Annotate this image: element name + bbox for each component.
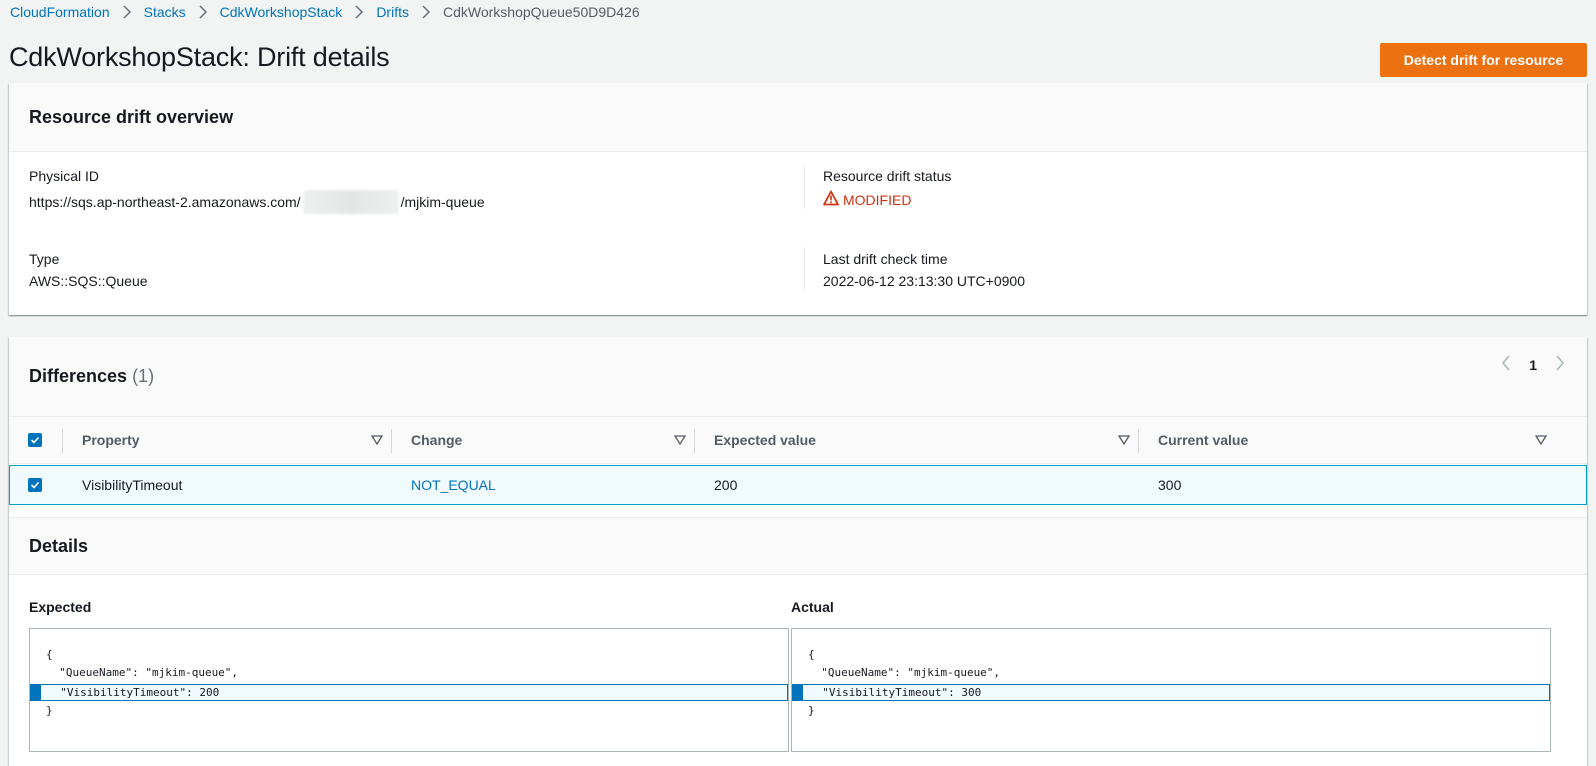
overview-header: Resource drift overview <box>9 83 1587 152</box>
code-line: { <box>46 648 53 661</box>
differences-header: Differences (1) 1 <box>9 337 1587 416</box>
expected-code-block: { "QueueName": "mjkim-queue", "Visibilit… <box>29 628 789 752</box>
chevron-right-icon[interactable] <box>1555 355 1565 374</box>
sort-icon[interactable] <box>674 434 686 446</box>
table-header: Property Change Expected value Current v… <box>9 416 1587 464</box>
warning-icon <box>823 190 839 209</box>
differences-title: Differences (1) <box>29 366 154 387</box>
column-header-current[interactable]: Current value <box>1158 417 1248 463</box>
column-divider <box>804 247 805 292</box>
detect-drift-button[interactable]: Detect drift for resource <box>1380 43 1587 77</box>
breadcrumb-stack[interactable]: CdkWorkshopStack <box>220 4 343 20</box>
physical-id-suffix: /mjkim-queue <box>400 194 485 210</box>
drift-status-value: MODIFIED <box>823 190 951 209</box>
column-header-change[interactable]: Change <box>411 417 462 463</box>
physical-id-label: Physical ID <box>29 168 100 184</box>
type-label: Type <box>29 251 60 267</box>
chevron-right-icon <box>198 5 208 19</box>
details-header: Details <box>9 517 1587 575</box>
resource-drift-overview-panel: Resource drift overview Physical ID http… <box>9 83 1587 315</box>
header-divider <box>694 429 695 453</box>
physical-id-field: Physical ID https://sqs.ap-northeast-2.a… <box>29 168 485 214</box>
expected-label: Expected <box>29 599 92 615</box>
last-check-value: 2022-06-12 23:13:30 UTC+0900 <box>823 273 1025 289</box>
chevron-right-icon <box>354 5 364 19</box>
page-number[interactable]: 1 <box>1529 357 1537 373</box>
page-title: CdkWorkshopStack: Drift details <box>9 42 390 72</box>
checkmark-icon <box>30 481 40 489</box>
breadcrumb-stacks[interactable]: Stacks <box>144 4 186 20</box>
spacer <box>9 505 1587 517</box>
column-header-property[interactable]: Property <box>82 417 140 463</box>
code-line: { <box>808 648 815 661</box>
chevron-right-icon <box>122 5 132 19</box>
cell-expected: 200 <box>714 477 738 493</box>
pagination: 1 <box>1501 355 1565 374</box>
table-row[interactable]: VisibilityTimeout NOT_EQUAL 200 300 <box>9 465 1587 505</box>
code-line-highlighted: "VisibilityTimeout": 300 <box>792 684 1550 701</box>
physical-id-prefix: https://sqs.ap-northeast-2.amazonaws.com… <box>29 194 301 210</box>
breadcrumb: CloudFormation Stacks CdkWorkshopStack D… <box>10 2 640 22</box>
cell-property: VisibilityTimeout <box>82 477 183 493</box>
breadcrumb-drifts[interactable]: Drifts <box>376 4 409 20</box>
differences-title-text: Differences <box>29 366 128 386</box>
drift-status-label: Resource drift status <box>823 168 952 184</box>
type-value: AWS::SQS::Queue <box>29 273 148 289</box>
column-divider <box>804 164 805 209</box>
checkmark-icon <box>30 436 40 444</box>
sort-icon[interactable] <box>1535 434 1547 446</box>
sort-icon[interactable] <box>1118 434 1130 446</box>
differences-count: (1) <box>132 366 155 386</box>
select-all-checkbox[interactable] <box>28 433 42 447</box>
physical-id-value: https://sqs.ap-northeast-2.amazonaws.com… <box>29 190 485 214</box>
row-checkbox[interactable] <box>28 478 42 492</box>
breadcrumb-current: CdkWorkshopQueue50D9D426 <box>442 4 640 20</box>
sort-icon[interactable] <box>371 434 383 446</box>
header-divider <box>62 429 63 453</box>
code-line: "QueueName": "mjkim-queue", <box>46 666 239 679</box>
chevron-left-icon[interactable] <box>1501 355 1511 374</box>
actual-code-block: { "QueueName": "mjkim-queue", "Visibilit… <box>791 628 1551 752</box>
last-check-field: Last drift check time 2022-06-12 23:13:3… <box>823 251 1025 289</box>
header-divider <box>391 429 392 453</box>
last-check-label: Last drift check time <box>823 251 948 267</box>
actual-label: Actual <box>791 599 834 615</box>
code-line: } <box>46 704 53 717</box>
drift-status-text: MODIFIED <box>843 191 912 208</box>
details-title: Details <box>29 535 89 556</box>
cell-current: 300 <box>1158 477 1182 493</box>
cell-change[interactable]: NOT_EQUAL <box>411 466 496 504</box>
code-line-highlighted: "VisibilityTimeout": 200 <box>30 684 788 701</box>
chevron-right-icon <box>421 5 431 19</box>
breadcrumb-cloudformation[interactable]: CloudFormation <box>10 4 110 20</box>
redacted-account-id <box>302 190 399 214</box>
code-line: } <box>808 704 815 717</box>
type-field: Type AWS::SQS::Queue <box>29 251 148 289</box>
code-line: "QueueName": "mjkim-queue", <box>808 666 1001 679</box>
differences-panel: Differences (1) 1 Property Change Expect… <box>9 337 1587 766</box>
drift-status-field: Resource drift status MODIFIED <box>823 168 951 209</box>
column-header-expected[interactable]: Expected value <box>714 417 816 463</box>
header-divider <box>1138 429 1139 453</box>
overview-title: Resource drift overview <box>29 106 234 127</box>
